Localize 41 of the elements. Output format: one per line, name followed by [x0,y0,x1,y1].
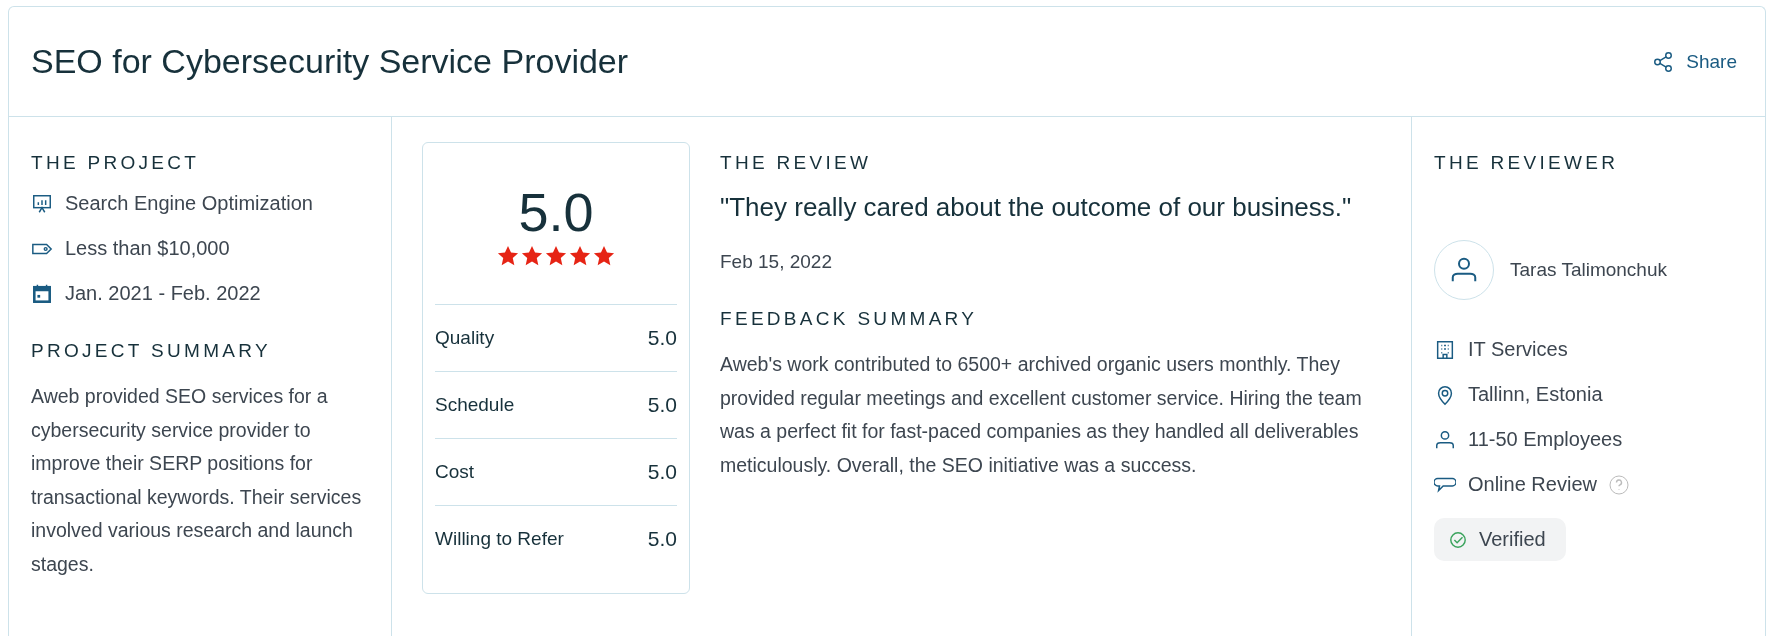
score-label: Quality [435,327,495,349]
star-icon [521,245,543,267]
review-date: Feb 15, 2022 [720,251,833,273]
score-label: Schedule [435,394,515,416]
star-icon [569,245,591,267]
star-icon [545,245,567,267]
section-heading: PROJECT SUMMARY [31,339,272,362]
reviewer-fact: 11-50 Employees [1468,428,1623,451]
project-fact: Less than $10,000 [65,237,230,260]
section-heading: THE REVIEWER [1434,151,1620,174]
section-heading: FEEDBACK SUMMARY [720,307,979,330]
star-icon [497,245,519,267]
review-quote: "They really cared about the outcome of our business." [720,192,1353,223]
project-fact: Search Engine Optimization [65,192,313,215]
overall-rating: 5.0 [517,181,595,243]
reviewer-fact: Tallinn, Estonia [1468,383,1603,406]
section-heading: THE PROJECT [31,151,201,174]
verified-badge: Verified [1434,518,1566,561]
share-icon [1652,50,1675,73]
review-title: SEO for Cybersecurity Service Provider [31,42,629,81]
presentation-chart-icon [31,192,53,215]
score-label: Cost [435,461,475,483]
reviewer-fact: IT Services [1468,338,1568,361]
score-label: Willing to Refer [435,528,564,550]
score-value: 5.0 [647,527,677,551]
share-link[interactable]: Share [1652,50,1737,73]
score-value: 5.0 [647,393,677,417]
score-value: 5.0 [647,326,677,350]
star-icon [593,245,615,267]
check-circle-icon [1449,530,1467,549]
calendar-icon [31,282,53,305]
reviewer-name: Taras Talimonchuk [1510,259,1667,281]
project-summary: Aweb provided SEO services for a cybersecurity service provider to improve their SERP positions for transactional keywords. Their services involved various research and launch stages. [31,384,363,577]
help-icon[interactable] [1608,474,1629,495]
section-heading: THE REVIEW [720,151,873,174]
building-icon [1434,338,1456,361]
reviewer-fact: Online Review [1468,473,1597,496]
person-icon [1434,428,1456,451]
project-fact: Jan. 2021 - Feb. 2022 [65,282,261,305]
score-value: 5.0 [647,460,677,484]
feedback-summary: Aweb's work contributed to 6500+ archived organic users monthly. They provided regular meetings and excellent customer service. Hiring the team was a perfect fit for fast-paced companies as they handled all deliverables meticulously. Overall, the SEO initiative was a success. [720,352,1363,478]
